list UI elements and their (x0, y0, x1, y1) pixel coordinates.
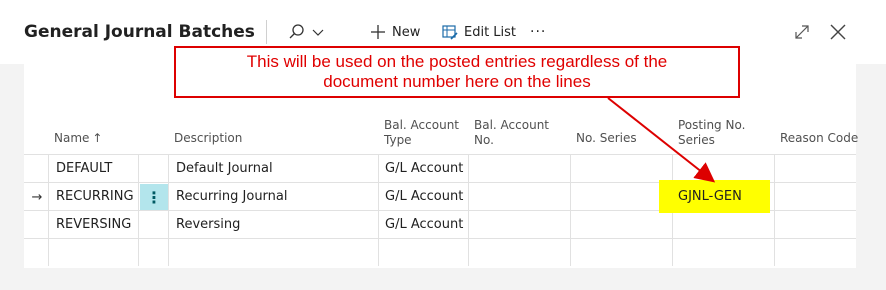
row-bal-account-type[interactable]: G/L Account (385, 211, 463, 239)
row-description[interactable]: Reversing (176, 211, 240, 239)
row-description[interactable]: Default Journal (176, 155, 273, 183)
column-header-name[interactable]: Name ↑ (54, 131, 102, 146)
plus-icon (370, 24, 386, 40)
grid-line (570, 154, 571, 266)
row-posting-no-series[interactable]: GJNL-GEN (678, 183, 742, 211)
column-header-description[interactable]: Description (174, 131, 242, 146)
grid-line (378, 154, 379, 266)
search-icon (288, 23, 306, 41)
new-button[interactable]: New (370, 18, 420, 46)
edit-list-button[interactable]: Edit List (442, 18, 516, 46)
more-options-button[interactable]: ··· (530, 18, 546, 46)
grid-line (774, 154, 775, 266)
expand-icon[interactable] (790, 20, 814, 44)
column-header-name-label: Name (54, 131, 90, 145)
column-header-bal-account-no-line1: Bal. Account (474, 118, 549, 132)
selected-row-arrow-icon: → (31, 189, 43, 205)
row-bal-account-type[interactable]: G/L Account (385, 155, 463, 183)
row-name-default[interactable]: DEFAULT (56, 155, 112, 183)
edit-list-icon (442, 24, 458, 40)
annotation-callout: This will be used on the posted entries … (174, 46, 740, 98)
chevron-down-icon (312, 27, 324, 37)
column-header-posting-no-series[interactable]: Posting No. Series (678, 118, 745, 148)
grid-line (468, 154, 469, 266)
row-actions-button[interactable]: ⋮ (140, 184, 168, 210)
page-title: General Journal Batches (24, 22, 255, 42)
grid-line (138, 154, 139, 266)
column-header-bal-account-type-line1: Bal. Account (384, 118, 459, 132)
grid-line (48, 154, 49, 266)
column-header-posting-no-series-line1: Posting No. (678, 118, 746, 132)
row-bal-account-type[interactable]: G/L Account (385, 183, 463, 211)
column-header-posting-no-series-line2: Series (678, 133, 715, 147)
column-header-no-series[interactable]: No. Series (576, 131, 637, 146)
annotation-line-2: document number here on the lines (323, 72, 591, 91)
search-button[interactable] (288, 18, 324, 46)
column-header-bal-account-type-line2: Type (384, 133, 412, 147)
toolbar-divider (266, 20, 267, 44)
column-header-bal-account-no[interactable]: Bal. Account No. (474, 118, 549, 148)
row-description[interactable]: Recurring Journal (176, 183, 288, 211)
annotation-line-1: This will be used on the posted entries … (246, 52, 668, 71)
sort-ascending-icon: ↑ (92, 131, 103, 145)
row-name-reversing[interactable]: REVERSING (56, 211, 131, 239)
grid-line (168, 154, 169, 266)
column-header-bal-account-type[interactable]: Bal. Account Type (384, 118, 459, 148)
edit-list-label: Edit List (464, 24, 517, 40)
column-header-reason-code[interactable]: Reason Code (780, 131, 858, 146)
new-button-label: New (392, 24, 421, 40)
close-icon[interactable] (826, 20, 850, 44)
row-name-recurring[interactable]: RECURRING (56, 183, 134, 211)
column-header-bal-account-no-line2: No. (474, 133, 494, 147)
